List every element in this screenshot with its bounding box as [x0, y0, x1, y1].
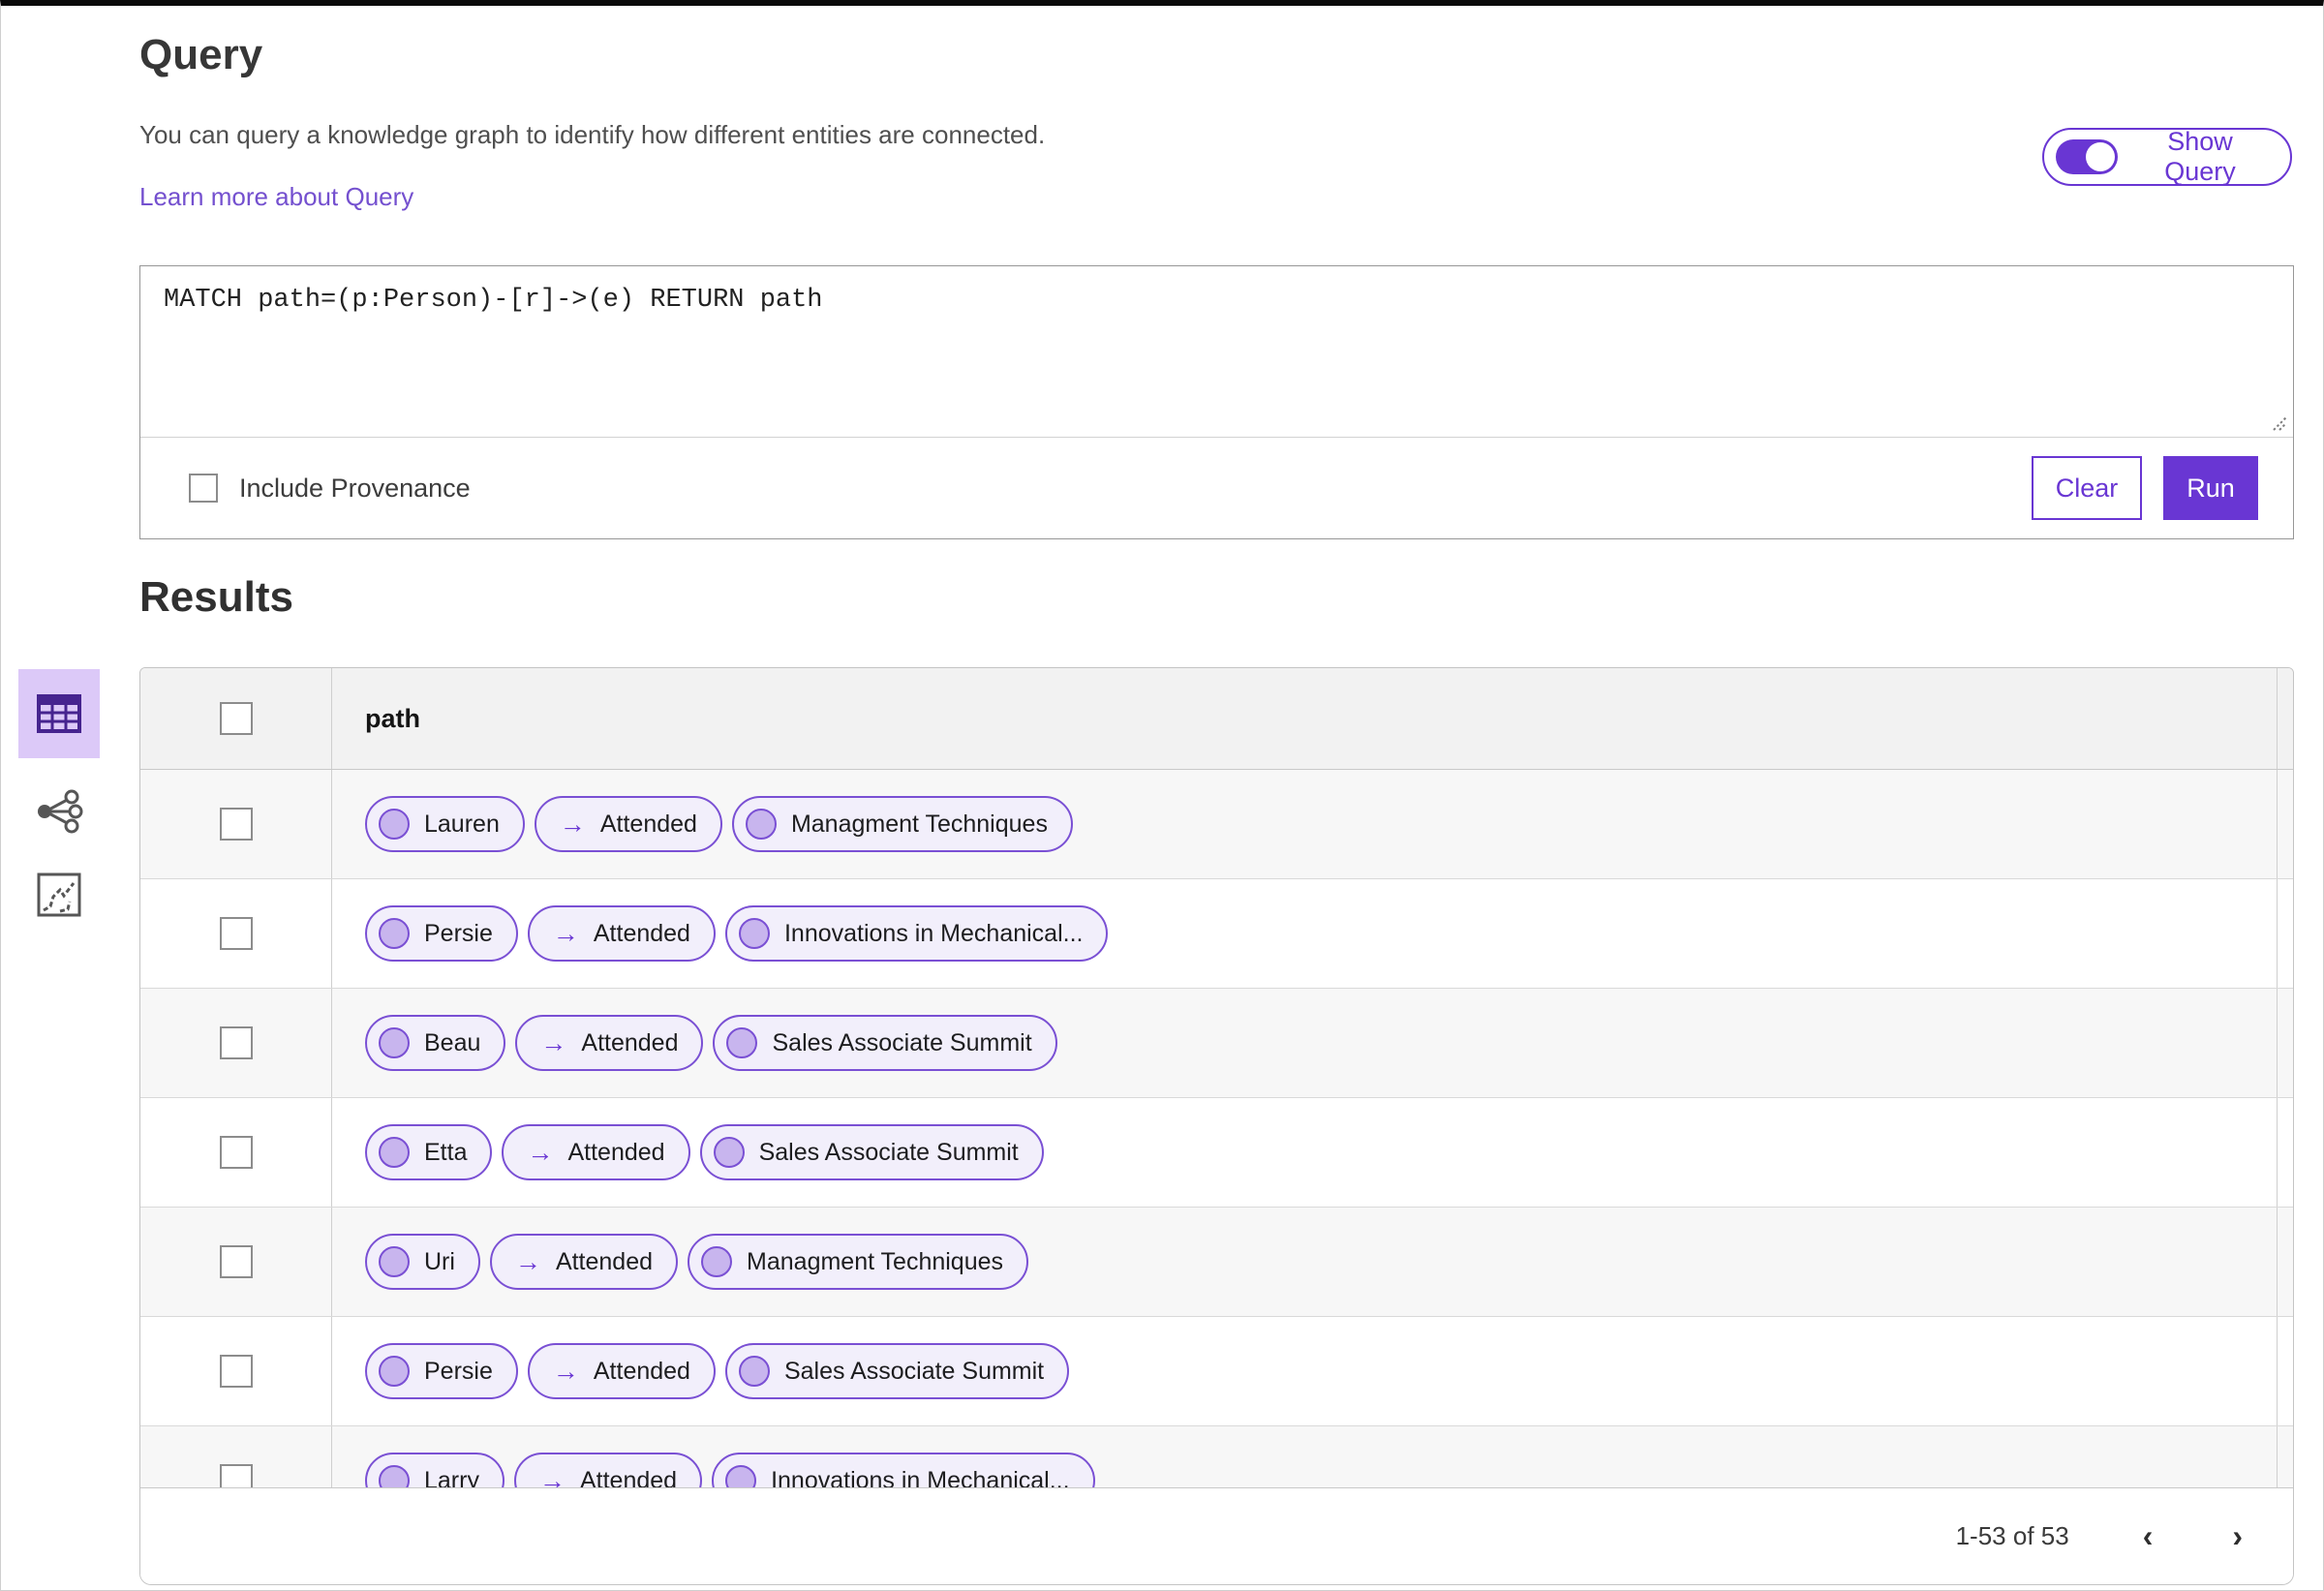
table-row: Uri → Attended Managment Techniques — [140, 1208, 2293, 1317]
results-table: path Lauren → Attended Managment Techniqu… — [139, 667, 2294, 1585]
toggle-switch-on[interactable] — [2056, 139, 2118, 174]
query-editor-panel: MATCH path=(p:Person)-[r]->(e) RETURN pa… — [139, 265, 2294, 539]
node-dot-icon — [379, 1027, 410, 1058]
row-checkbox[interactable] — [219, 1026, 253, 1059]
row-checkbox[interactable] — [219, 808, 253, 841]
node-pill[interactable]: Managment Techniques — [688, 1234, 1029, 1290]
edge-pill[interactable]: → Attended — [489, 1234, 679, 1290]
node-dot-icon — [379, 1246, 410, 1277]
edge-arrow-icon: → — [559, 809, 586, 839]
node-pill[interactable]: Etta — [365, 1124, 493, 1180]
page-description: You can query a knowledge graph to ident… — [139, 120, 1046, 149]
query-actions-bar: Include Provenance Clear Run — [140, 438, 2293, 538]
table-gutter — [2278, 668, 2293, 769]
node-dot-icon — [745, 809, 777, 840]
query-page: Query You can query a knowledge graph to… — [0, 0, 2324, 1591]
node-dot-icon — [379, 918, 410, 949]
table-row: Lauren → Attended Managment Techniques — [140, 770, 2293, 879]
toggle-knob — [2086, 142, 2115, 171]
node-dot-icon — [379, 809, 410, 840]
run-button[interactable]: Run — [2163, 456, 2258, 520]
node-pill[interactable]: Sales Associate Summit — [724, 1343, 1070, 1399]
table-row: Larry → Attended Innovations in Mechanica… — [140, 1426, 2293, 1487]
page-title: Query — [139, 31, 263, 78]
pagination-range: 1-53 of 53 — [1955, 1521, 2069, 1550]
edge-pill[interactable]: → Attended — [513, 1453, 703, 1487]
table-row: Persie → Attended Sales Associate Summit — [140, 1317, 2293, 1426]
graph-view-button[interactable] — [18, 779, 100, 844]
node-dot-icon — [379, 1465, 410, 1487]
edge-arrow-icon: → — [552, 1356, 579, 1386]
chart-view-button[interactable] — [18, 864, 100, 926]
node-pill[interactable]: Sales Associate Summit — [699, 1124, 1044, 1180]
row-checkbox[interactable] — [219, 1136, 253, 1169]
row-checkbox[interactable] — [219, 1355, 253, 1388]
row-checkbox[interactable] — [219, 1464, 253, 1487]
query-input[interactable]: MATCH path=(p:Person)-[r]->(e) RETURN pa… — [140, 266, 2293, 437]
header-checkbox-cell — [140, 668, 332, 769]
edge-pill[interactable]: → Attended — [515, 1015, 704, 1071]
node-pill[interactable]: Innovations in Mechanical... — [712, 1453, 1095, 1487]
edge-pill[interactable]: → Attended — [527, 905, 716, 962]
node-pill[interactable]: Innovations in Mechanical... — [724, 905, 1109, 962]
show-query-label: Show Query — [2164, 127, 2236, 186]
table-header-row: path — [140, 668, 2293, 770]
node-dot-icon — [738, 918, 770, 949]
node-pill[interactable]: Persie — [365, 1343, 518, 1399]
node-pill[interactable]: Larry — [365, 1453, 505, 1487]
node-pill[interactable]: Uri — [365, 1234, 480, 1290]
table-row: Persie → Attended Innovations in Mechanic… — [140, 879, 2293, 989]
node-pill[interactable]: Beau — [365, 1015, 506, 1071]
prev-page-icon[interactable]: ‹ — [2137, 1518, 2159, 1554]
graph-view-icon — [38, 789, 83, 834]
query-textarea-wrap: MATCH path=(p:Person)-[r]->(e) RETURN pa… — [140, 266, 2293, 438]
edge-arrow-icon: → — [538, 1465, 566, 1487]
next-page-icon[interactable]: › — [2226, 1518, 2248, 1554]
node-pill[interactable]: Managment Techniques — [731, 796, 1073, 852]
table-row: Beau → Attended Sales Associate Summit — [140, 989, 2293, 1098]
node-pill[interactable]: Sales Associate Summit — [713, 1015, 1057, 1071]
edge-arrow-icon: → — [540, 1027, 567, 1057]
node-dot-icon — [738, 1356, 770, 1387]
show-query-toggle-button[interactable]: Show Query — [2042, 127, 2292, 186]
include-provenance-label: Include Provenance — [239, 473, 471, 503]
row-checkbox[interactable] — [219, 917, 253, 950]
node-pill[interactable]: Lauren — [365, 796, 525, 852]
chart-view-icon — [37, 872, 81, 917]
edge-pill[interactable]: → Attended — [534, 796, 722, 852]
resize-gripper-icon[interactable] — [2268, 412, 2289, 433]
row-checkbox[interactable] — [219, 1245, 253, 1278]
node-dot-icon — [726, 1027, 758, 1058]
learn-more-link[interactable]: Learn more about Query — [139, 182, 413, 212]
table-row: Etta → Attended Sales Associate Summit — [140, 1098, 2293, 1208]
table-view-button[interactable] — [18, 669, 100, 758]
path-column-header: path — [332, 668, 2278, 769]
edge-arrow-icon: → — [552, 918, 579, 948]
query-buttons: Clear Run — [2032, 456, 2258, 520]
include-provenance-checkbox[interactable] — [189, 474, 218, 503]
node-dot-icon — [701, 1246, 733, 1277]
select-all-checkbox[interactable] — [219, 702, 253, 735]
results-title: Results — [139, 573, 293, 621]
edge-pill[interactable]: → Attended — [527, 1343, 716, 1399]
edge-pill[interactable]: → Attended — [502, 1124, 690, 1180]
clear-button[interactable]: Clear — [2032, 456, 2142, 520]
node-dot-icon — [379, 1356, 410, 1387]
include-provenance-option: Include Provenance — [189, 474, 471, 504]
node-dot-icon — [725, 1465, 757, 1487]
table-body: Lauren → Attended Managment Techniques Pe… — [140, 770, 2293, 1487]
edge-arrow-icon: → — [527, 1137, 554, 1167]
edge-arrow-icon: → — [514, 1246, 541, 1276]
table-view-icon — [37, 694, 81, 733]
node-pill[interactable]: Persie — [365, 905, 518, 962]
node-dot-icon — [379, 1137, 410, 1168]
pagination-bar: 1-53 of 53 ‹ › — [140, 1487, 2293, 1584]
node-dot-icon — [713, 1137, 745, 1168]
